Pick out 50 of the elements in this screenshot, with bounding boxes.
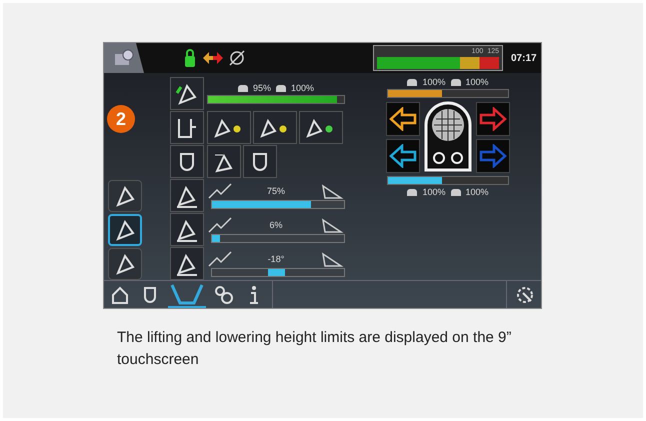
mode-button[interactable] [108,214,142,246]
slider-reading: 75% [266,186,286,196]
caption: The lifting and lowering height limits are displayed on the 9” touchscreen [117,328,512,370]
boom-button[interactable] [170,77,204,110]
speed-icon [238,84,248,92]
arrow-button[interactable] [476,102,510,136]
bucket-angle-icon [319,182,345,200]
speed-icon [407,188,418,196]
slider-reading: -18° [266,254,286,264]
speed-icon [450,188,460,196]
speed-icon [276,84,286,92]
info-tab[interactable] [104,43,144,73]
boom-tilt-button[interactable] [207,145,241,178]
boom-mode-button[interactable] [253,111,297,144]
arrow-button[interactable] [386,102,420,136]
clock: 07:17 [511,52,538,64]
disabled-icon [228,49,246,67]
arrow-button[interactable] [386,138,420,172]
lock-icon [182,47,198,69]
bucket-angle-icon [319,250,345,268]
arm-icon [207,250,233,268]
info-icon [113,49,135,67]
meter-reading: 100% [422,77,446,87]
settings-icon [515,284,535,304]
boom-mode-button[interactable] [299,111,343,144]
meter-reading: 100% [422,187,446,197]
arm-icon [207,182,233,200]
boom-button[interactable] [170,247,204,280]
speed-icon [450,78,460,86]
boom-mode-button[interactable] [207,111,251,144]
meter-reading: 100% [290,83,314,93]
bucket-angle-icon [319,216,345,234]
tab-notch-icon [170,282,204,304]
bucket-button[interactable] [243,145,277,178]
nav-tab[interactable] [168,282,206,308]
bucket-button[interactable] [170,145,204,178]
meter-reading: 100% [466,187,489,197]
meter-reading: 95% [252,83,271,93]
home-icon [110,284,130,304]
slider-reading: 6% [268,220,284,230]
mode-button[interactable] [108,180,142,212]
boom-button[interactable] [170,213,204,246]
mode-button[interactable] [108,248,142,280]
gears-icon [214,284,234,304]
boom-button[interactable] [170,179,204,212]
fork-button[interactable] [170,111,204,144]
speed-icon [407,78,418,86]
arm-icon [207,216,233,234]
arrows-icon [202,50,224,66]
meter-reading: 100% [466,77,489,87]
